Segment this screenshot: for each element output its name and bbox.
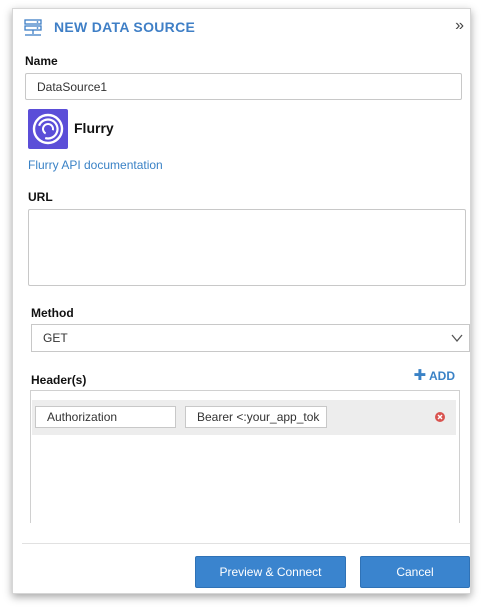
plus-icon: ✚ (413, 367, 427, 384)
footer-divider (22, 543, 470, 544)
method-selected-value: GET (43, 331, 68, 345)
method-select[interactable]: GET (31, 324, 470, 352)
new-data-source-panel: NEW DATA SOURCE » Name DataSource1 Flurr… (12, 8, 471, 594)
header-key-input[interactable]: Authorization (35, 406, 176, 428)
url-textarea[interactable] (28, 209, 466, 286)
name-input[interactable]: DataSource1 (25, 73, 462, 100)
headers-label: Header(s) (31, 373, 87, 387)
name-label: Name (25, 54, 58, 68)
add-header-label: ADD (429, 369, 455, 383)
add-header-button[interactable]: ✚ ADD (413, 367, 455, 384)
header-row: Authorization Bearer <:your_app_tok (32, 400, 456, 435)
preview-connect-button[interactable]: Preview & Connect (195, 556, 346, 588)
remove-header-icon[interactable] (435, 412, 445, 422)
datasource-server-icon (24, 19, 42, 36)
api-documentation-link[interactable]: Flurry API documentation (28, 158, 163, 172)
panel-title: NEW DATA SOURCE (54, 19, 196, 35)
chevron-down-icon (451, 334, 463, 343)
collapse-panel-icon[interactable]: » (455, 17, 464, 35)
cancel-button[interactable]: Cancel (360, 556, 470, 588)
provider-name: Flurry (74, 120, 114, 136)
url-label: URL (28, 190, 53, 204)
flurry-logo (28, 109, 68, 149)
header-value-input[interactable]: Bearer <:your_app_tok (185, 406, 327, 428)
headers-list: Authorization Bearer <:your_app_tok (30, 390, 460, 523)
method-label: Method (31, 306, 74, 320)
